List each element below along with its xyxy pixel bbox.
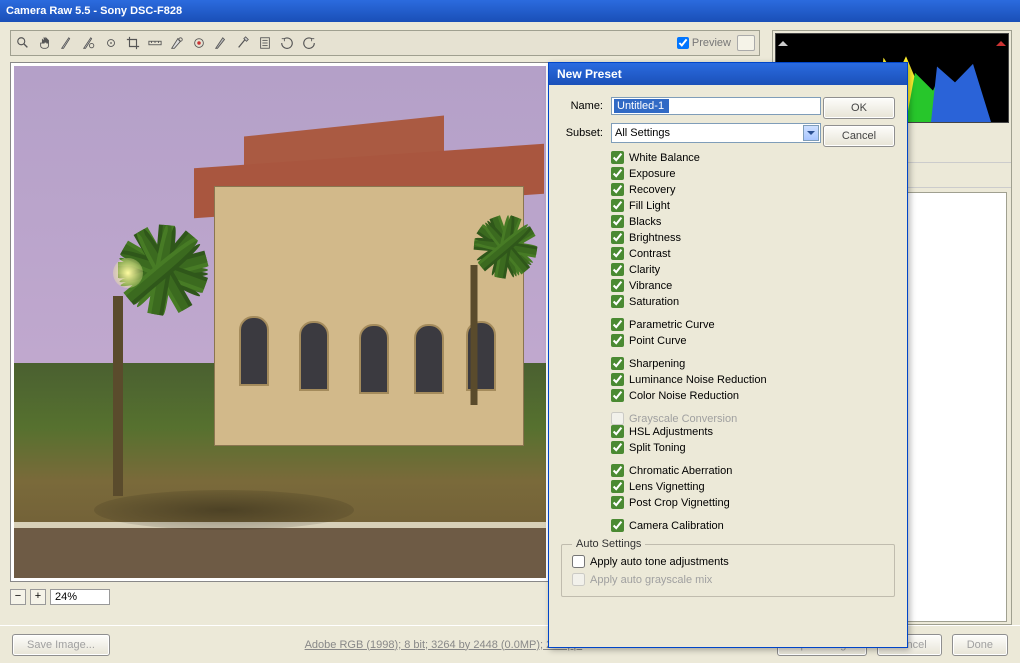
name-label: Name: [561,100,603,112]
crop-tool-icon[interactable] [125,35,141,51]
dialog-title[interactable]: New Preset [549,63,907,85]
chk-post-crop-vignetting[interactable]: Post Crop Vignetting [611,496,811,509]
toolbar: Preview [10,30,760,56]
subset-value: All Settings [615,127,670,139]
chk-vibrance[interactable]: Vibrance [611,279,811,292]
auto-legend: Auto Settings [572,538,645,550]
shadow-clip-icon[interactable] [778,36,788,46]
chk-color-noise-reduction[interactable]: Color Noise Reduction [611,389,811,402]
dialog-cancel-button[interactable]: Cancel [823,125,895,147]
chk-contrast[interactable]: Contrast [611,247,811,260]
straighten-tool-icon[interactable] [147,35,163,51]
fullscreen-icon[interactable] [737,35,755,51]
chk-chromatic-aberration[interactable]: Chromatic Aberration [611,464,811,477]
preview-label: Preview [692,37,731,49]
name-input[interactable]: Untitled-1 [611,97,821,115]
photo-preview [14,66,546,578]
chk-fill-light[interactable]: Fill Light [611,199,811,212]
chk-auto-tone[interactable]: Apply auto tone adjustments [572,555,884,568]
new-preset-dialog: New Preset OK Cancel Name: Untitled-1 Su… [548,62,908,648]
done-button[interactable]: Done [952,634,1008,656]
chk-auto-grayscale: Apply auto grayscale mix [572,573,884,586]
chk-brightness[interactable]: Brightness [611,231,811,244]
chk-clarity[interactable]: Clarity [611,263,811,276]
chk-sharpening[interactable]: Sharpening [611,357,811,370]
target-adjust-icon[interactable] [103,35,119,51]
adjustment-brush-icon[interactable] [213,35,229,51]
subset-label: Subset: [561,127,603,139]
chk-hsl-adjustments[interactable]: HSL Adjustments [611,425,811,438]
auto-settings-group: Auto Settings Apply auto tone adjustment… [561,544,895,597]
chk-luminance-noise-reduction[interactable]: Luminance Noise Reduction [611,373,811,386]
name-value: Untitled-1 [614,99,669,113]
rotate-cw-icon[interactable] [301,35,317,51]
hand-tool-icon[interactable] [37,35,53,51]
rotate-ccw-icon[interactable] [279,35,295,51]
spot-removal-icon[interactable] [169,35,185,51]
graduated-filter-icon[interactable] [235,35,251,51]
chk-saturation[interactable]: Saturation [611,295,811,308]
chk-grayscale: Grayscale Conversion [611,412,811,425]
zoom-in-button[interactable]: + [30,589,46,605]
redeye-tool-icon[interactable] [191,35,207,51]
color-sampler-icon[interactable] [81,35,97,51]
chevron-down-icon[interactable] [803,125,819,141]
preview-checkbox[interactable]: Preview [677,37,731,49]
save-image-button[interactable]: Save Image... [12,634,110,656]
window-title: Camera Raw 5.5 - Sony DSC-F828 [6,5,182,17]
wb-tool-icon[interactable] [59,35,75,51]
chk-point-curve[interactable]: Point Curve [611,334,811,347]
prefs-icon[interactable] [257,35,273,51]
chk-recovery[interactable]: Recovery [611,183,811,196]
zoom-tool-icon[interactable] [15,35,31,51]
workarea: Preview [0,22,1020,663]
subset-select[interactable]: All Settings [611,123,821,143]
zoom-percent[interactable]: 24% [50,589,110,605]
zoom-out-button[interactable]: − [10,589,26,605]
chk-blacks[interactable]: Blacks [611,215,811,228]
chk-camera-calibration[interactable]: Camera Calibration [611,519,811,532]
chk-parametric-curve[interactable]: Parametric Curve [611,318,811,331]
title-bar: Camera Raw 5.5 - Sony DSC-F828 [0,0,1020,22]
ok-button[interactable]: OK [823,97,895,119]
chk-exposure[interactable]: Exposure [611,167,811,180]
chk-split-toning[interactable]: Split Toning [611,441,811,454]
chk-white-balance[interactable]: White Balance [611,151,811,164]
chk-lens-vignetting[interactable]: Lens Vignetting [611,480,811,493]
highlight-clip-icon[interactable] [996,36,1006,46]
preview-canvas[interactable] [10,62,550,582]
workflow-link[interactable]: Adobe RGB (1998); 8 bit; 3264 by 2448 (0… [305,639,583,651]
